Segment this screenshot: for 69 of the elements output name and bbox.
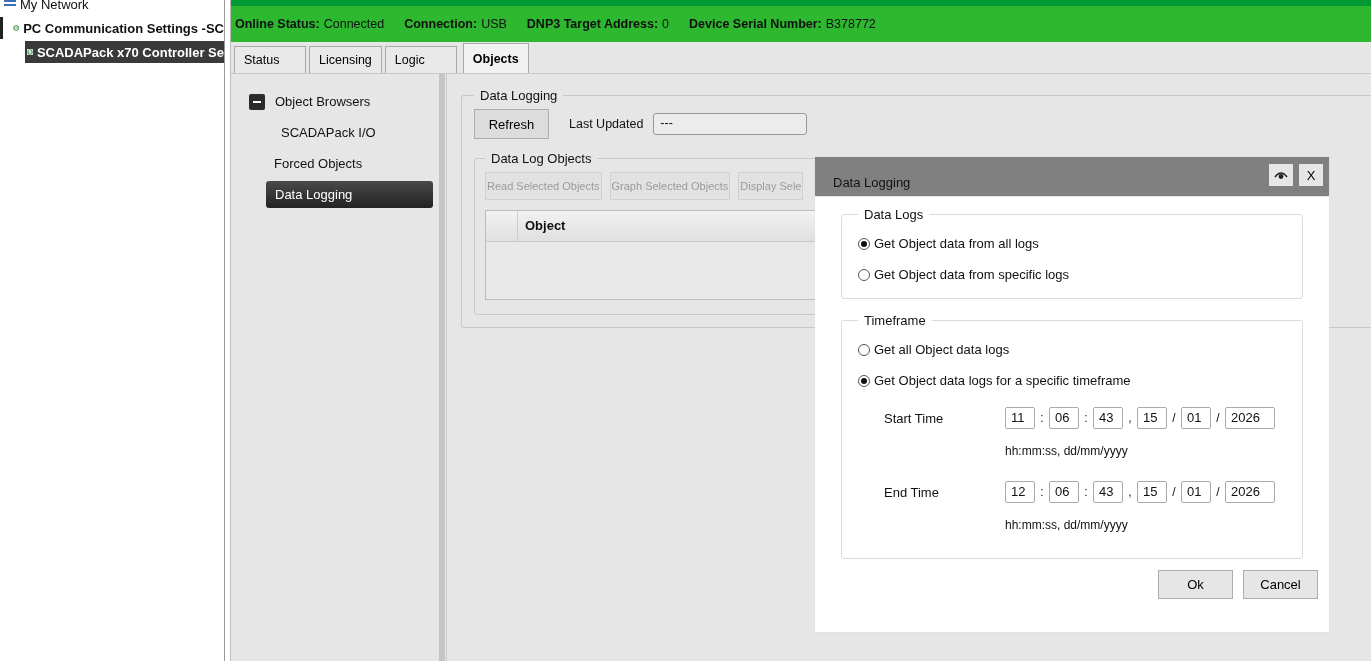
input-field[interactable]: 01 <box>1181 407 1211 429</box>
eye-button[interactable] <box>1269 164 1293 186</box>
input-field[interactable]: 2026 <box>1225 407 1275 429</box>
group-title: Timeframe <box>863 313 927 328</box>
radio-button[interactable] <box>858 237 870 250</box>
nav-item[interactable]: Data Logging <box>266 181 433 208</box>
separator-text: : <box>1039 411 1045 425</box>
tree-item[interactable]: SCADAPack x70 Controller Se <box>25 41 224 63</box>
status-label: Online Status: <box>235 17 320 31</box>
separator-text: / <box>1215 411 1221 425</box>
status-label: Device Serial Number: <box>689 17 822 31</box>
status-value: USB <box>481 17 507 31</box>
input-field[interactable]: 01 <box>1181 481 1211 503</box>
close-button[interactable]: X <box>1299 164 1323 186</box>
radio-button[interactable] <box>858 374 870 387</box>
scrollbar[interactable] <box>439 74 445 661</box>
field-label: Last Updated <box>569 117 644 131</box>
tree-item[interactable]: My Network <box>0 0 224 15</box>
tab[interactable]: Logic <box>384 46 457 73</box>
dialog-button[interactable]: Cancel <box>1243 570 1318 599</box>
tab[interactable]: Status <box>234 46 306 73</box>
input-field[interactable]: 15 <box>1137 407 1167 429</box>
group-title: Data Log Objects <box>490 151 593 166</box>
last-updated-field[interactable]: --- <box>653 113 808 135</box>
input-field[interactable]: 2026 <box>1225 481 1275 503</box>
dialog-title: Data Logging <box>833 174 912 190</box>
separator-text: : <box>1083 485 1089 499</box>
separator-text: : <box>1083 411 1089 425</box>
field-label: End Time <box>884 484 940 500</box>
format-hint: hh:mm:ss, dd/mm/yyyy <box>1004 443 1129 460</box>
separator-text: , <box>1127 411 1133 425</box>
nav-item[interactable]: Object Browsers <box>275 88 379 115</box>
input-field[interactable]: 06 <box>1049 481 1079 503</box>
tab[interactable]: Licensing <box>309 46 382 73</box>
status-value: B378772 <box>825 17 876 31</box>
input-field[interactable]: 06 <box>1049 407 1079 429</box>
status-value: 0 <box>662 17 670 31</box>
separator-text: / <box>1215 485 1221 499</box>
input-field[interactable]: 43 <box>1093 407 1123 429</box>
separator-text: , <box>1127 485 1133 499</box>
format-hint: hh:mm:ss, dd/mm/yyyy <box>1004 517 1129 534</box>
radio-button[interactable] <box>858 343 870 356</box>
list-icon <box>4 0 16 9</box>
radio-option[interactable]: Get Object data from all logs <box>858 228 1286 259</box>
separator-text: : <box>1039 485 1045 499</box>
dialog-button[interactable]: Ok <box>1158 570 1233 599</box>
nav-item[interactable]: Forced Objects <box>266 150 371 177</box>
eye-icon <box>1274 171 1288 179</box>
tab[interactable]: Objects <box>462 43 529 73</box>
group-title: Data Logs <box>863 207 925 222</box>
input-field[interactable]: 15 <box>1137 481 1167 503</box>
separator-text: / <box>1171 485 1177 499</box>
refresh-button[interactable]: Refresh <box>474 109 549 139</box>
input-field[interactable]: 11 <box>1005 407 1035 429</box>
group-title: Data Logging <box>479 88 559 103</box>
radio-option[interactable]: Get Object data from specific logs <box>858 259 1286 290</box>
status-label: DNP3 Target Address: <box>526 17 659 31</box>
status-label: Connection: <box>404 17 478 31</box>
status-value: Connected <box>323 17 385 31</box>
collapse-icon[interactable] <box>249 93 265 110</box>
field-label: Start Time <box>884 410 945 426</box>
radio-option[interactable]: Get Object data logs for a specific timeframe <box>858 365 1286 396</box>
input-field[interactable]: 12 <box>1005 481 1035 503</box>
separator-text: / <box>1171 411 1177 425</box>
input-field[interactable]: 43 <box>1093 481 1123 503</box>
nav-item[interactable]: SCADAPack I/O <box>273 119 384 146</box>
radio-button[interactable] <box>858 268 870 281</box>
column-header[interactable]: Object <box>518 211 566 241</box>
radio-option[interactable]: Get all Object data logs <box>858 334 1286 365</box>
